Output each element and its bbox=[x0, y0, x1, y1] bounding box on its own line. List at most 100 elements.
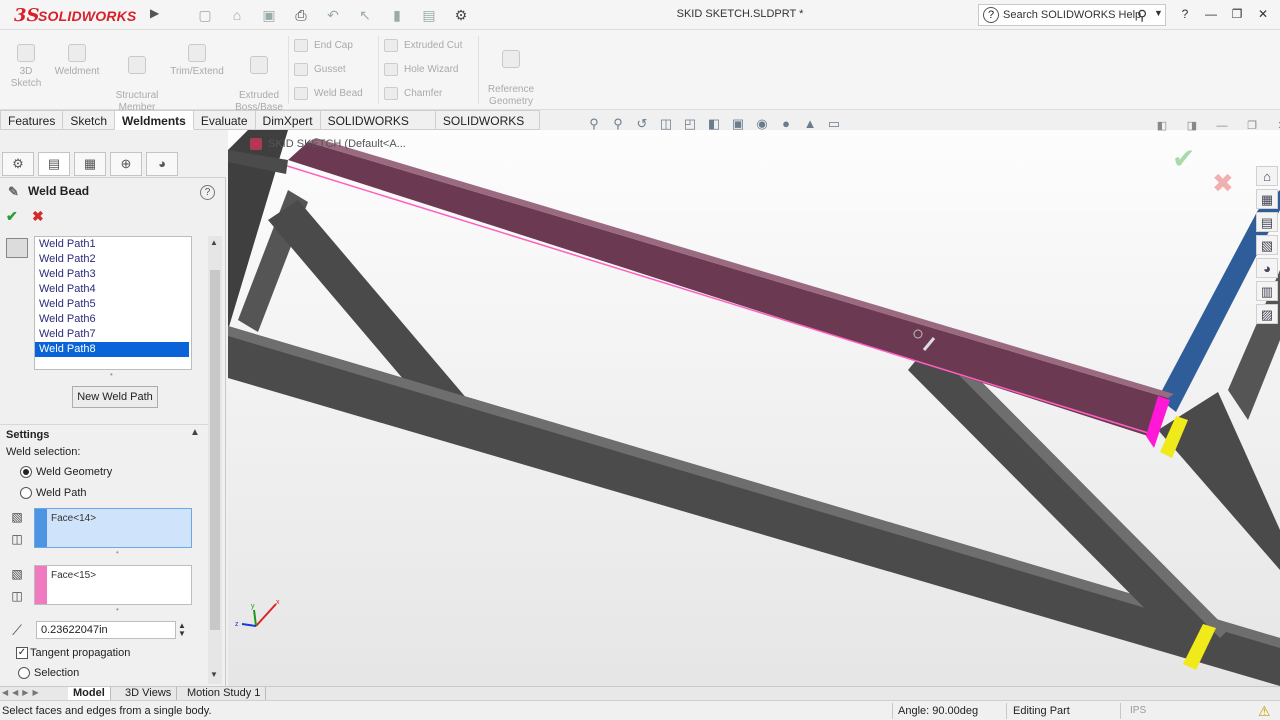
forum-icon[interactable]: ▨ bbox=[1256, 304, 1278, 324]
tab-weldments[interactable]: Weldments bbox=[115, 110, 194, 130]
list-item[interactable]: Weld Path7 bbox=[35, 327, 191, 342]
list-item-selected[interactable]: Weld Path8 bbox=[35, 342, 189, 357]
selection-radio[interactable] bbox=[18, 667, 30, 679]
graphics-area[interactable] bbox=[228, 130, 1280, 686]
list-item[interactable]: Weld Path6 bbox=[35, 312, 191, 327]
file-properties-icon[interactable]: ▤ bbox=[416, 5, 442, 25]
magnifier-icon[interactable]: ⚲ bbox=[1137, 7, 1147, 24]
home-icon[interactable]: ⌂ bbox=[1256, 166, 1278, 186]
end-cap-button[interactable]: End Cap bbox=[294, 38, 353, 56]
viewport-minimize-icon[interactable]: — bbox=[1212, 117, 1232, 135]
tab-mbd[interactable]: SOLIDWORKS MBD bbox=[435, 110, 540, 148]
tab-evaluate[interactable]: Evaluate bbox=[193, 110, 256, 130]
help-dropdown-icon[interactable]: ? bbox=[1176, 4, 1194, 24]
chamfer-button[interactable]: Chamfer bbox=[384, 86, 442, 104]
help-search-box[interactable]: ? Search SOLIDWORKS Help ⚲ ▼ bbox=[978, 4, 1166, 26]
list-item[interactable]: Weld Path1 bbox=[35, 237, 191, 252]
close-icon[interactable]: ✖ bbox=[32, 208, 44, 225]
list-item[interactable]: Weld Path5 bbox=[35, 297, 191, 312]
custom-properties-icon[interactable]: ▥ bbox=[1256, 281, 1278, 301]
resize-grip-icon[interactable]: • bbox=[116, 605, 119, 614]
apply-scene-icon[interactable]: ▲ bbox=[800, 115, 820, 133]
weldment-model[interactable] bbox=[228, 130, 1280, 686]
weld-bead-button[interactable]: Weld Bead bbox=[294, 86, 363, 104]
file-explorer-icon[interactable]: ▤ bbox=[1256, 212, 1278, 232]
help-search-placeholder[interactable]: Search SOLIDWORKS Help bbox=[1003, 9, 1141, 21]
viewport-left-icon[interactable]: ◧ bbox=[1152, 117, 1172, 135]
question-circle-icon[interactable]: ? bbox=[983, 7, 999, 23]
solidworks-logo[interactable]: 3S SOLIDWORKS bbox=[12, 4, 142, 26]
options-gear-icon[interactable]: ⚙ bbox=[448, 5, 474, 25]
view-settings-icon[interactable]: ▭ bbox=[824, 115, 844, 133]
weld-geometry-radio[interactable] bbox=[20, 466, 32, 478]
tab-model[interactable]: Model bbox=[68, 687, 111, 700]
save-icon[interactable]: ▣ bbox=[256, 5, 282, 25]
question-circle-icon[interactable]: ? bbox=[200, 185, 215, 200]
list-item[interactable]: Weld Path2 bbox=[35, 252, 191, 267]
tab-scroll-arrows-icon[interactable]: ◀◀▶▶ bbox=[2, 688, 43, 697]
viewport-restore-icon[interactable]: ❐ bbox=[1242, 117, 1262, 135]
resize-grip-icon[interactable]: • bbox=[110, 370, 113, 379]
new-weld-path-button[interactable]: New Weld Path bbox=[72, 386, 158, 408]
settings-section-header[interactable]: Settings ▲ bbox=[0, 424, 208, 442]
tab-3d-views[interactable]: 3D Views bbox=[120, 687, 178, 700]
open-folder-icon[interactable]: ⌂ bbox=[224, 5, 250, 25]
face-set2-selection-box[interactable]: Face<15> bbox=[34, 565, 192, 605]
section-view-icon[interactable]: ◫ bbox=[656, 115, 676, 133]
minimize-icon[interactable]: — bbox=[1202, 4, 1220, 24]
hide-show-icon[interactable]: ◉ bbox=[752, 115, 772, 133]
viewport-close-icon[interactable]: ✕ bbox=[1272, 117, 1280, 135]
confirm-corner-check-icon[interactable]: ✔ bbox=[1172, 142, 1195, 175]
scroll-up-icon[interactable]: ▲ bbox=[210, 238, 218, 247]
menu-expand-arrow-icon[interactable]: ▶ bbox=[150, 6, 164, 24]
list-item[interactable]: Weld Path3 bbox=[35, 267, 191, 282]
tab-motion-study[interactable]: Motion Study 1 bbox=[182, 687, 267, 700]
property-manager-tab-icon[interactable]: ▤ bbox=[38, 152, 70, 176]
viewport-right-icon[interactable]: ◨ bbox=[1182, 117, 1202, 135]
property-manager-scrollbar[interactable]: ▲ ▼ bbox=[208, 236, 222, 684]
tab-dimxpert[interactable]: DimXpert bbox=[255, 110, 321, 130]
appearances-icon[interactable]: ◕ bbox=[1256, 258, 1278, 278]
extruded-cut-button[interactable]: Extruded Cut bbox=[384, 38, 462, 56]
scroll-down-icon[interactable]: ▼ bbox=[210, 670, 218, 679]
rebuild-icon[interactable]: ▮ bbox=[384, 5, 410, 25]
confirm-corner-close-icon[interactable]: ✖ bbox=[1212, 168, 1234, 199]
status-units[interactable]: IPS bbox=[1130, 705, 1146, 716]
bead-size-input[interactable]: 0.23622047in bbox=[36, 621, 176, 639]
weldment-button[interactable]: Weldment bbox=[50, 44, 104, 78]
resize-grip-icon[interactable]: • bbox=[116, 548, 119, 557]
display-manager-tab-icon[interactable]: ◕ bbox=[146, 152, 178, 176]
hole-wizard-button[interactable]: Hole Wizard bbox=[384, 62, 458, 80]
chevron-up-icon[interactable]: ▲ bbox=[190, 427, 200, 438]
structural-member-button[interactable]: Structural Member bbox=[112, 44, 162, 114]
check-icon[interactable]: ✔ bbox=[6, 208, 18, 225]
print-icon[interactable]: ⎙ bbox=[288, 5, 314, 25]
dynamic-annotation-icon[interactable]: ◰ bbox=[680, 115, 700, 133]
weld-path-list[interactable]: Weld Path1 Weld Path2 Weld Path3 Weld Pa… bbox=[34, 236, 192, 370]
tab-addins[interactable]: SOLIDWORKS Add-Ins bbox=[320, 110, 436, 148]
select-arrow-icon[interactable]: ↖ bbox=[352, 5, 378, 25]
view-orientation-icon[interactable]: ◧ bbox=[704, 115, 724, 133]
feature-tree-flyout[interactable]: SKID SKETCH (Default<A... bbox=[250, 138, 406, 151]
tab-sketch[interactable]: Sketch bbox=[63, 110, 116, 130]
design-library-icon[interactable]: ▦ bbox=[1256, 189, 1278, 209]
rebuild-warning-icon[interactable]: ⚠ bbox=[1258, 703, 1271, 720]
restore-icon[interactable]: ❐ bbox=[1228, 4, 1246, 24]
new-document-icon[interactable]: ▢ bbox=[192, 5, 218, 25]
display-style-icon[interactable]: ▣ bbox=[728, 115, 748, 133]
weld-path-radio[interactable] bbox=[20, 487, 32, 499]
close-window-icon[interactable]: ✕ bbox=[1254, 4, 1272, 24]
view-palette-icon[interactable]: ▧ bbox=[1256, 235, 1278, 255]
chevron-down-icon[interactable]: ▼ bbox=[1154, 8, 1163, 18]
trim-extend-button[interactable]: Trim/Extend bbox=[168, 44, 226, 78]
scrollbar-thumb[interactable] bbox=[210, 270, 220, 630]
tab-features[interactable]: Features bbox=[0, 110, 64, 130]
3d-sketch-button[interactable]: 3D Sketch bbox=[8, 44, 44, 90]
zoom-to-area-icon[interactable]: ⚲ bbox=[608, 115, 628, 133]
list-item[interactable]: Weld Path4 bbox=[35, 282, 191, 297]
tangent-propagation-checkbox[interactable]: ✓ bbox=[16, 647, 28, 659]
configuration-manager-tab-icon[interactable]: ▦ bbox=[74, 152, 106, 176]
bead-size-spinner[interactable]: ▲ ▼ bbox=[178, 622, 186, 638]
zoom-to-fit-icon[interactable]: ⚲ bbox=[584, 115, 604, 133]
previous-view-icon[interactable]: ↺ bbox=[632, 115, 652, 133]
